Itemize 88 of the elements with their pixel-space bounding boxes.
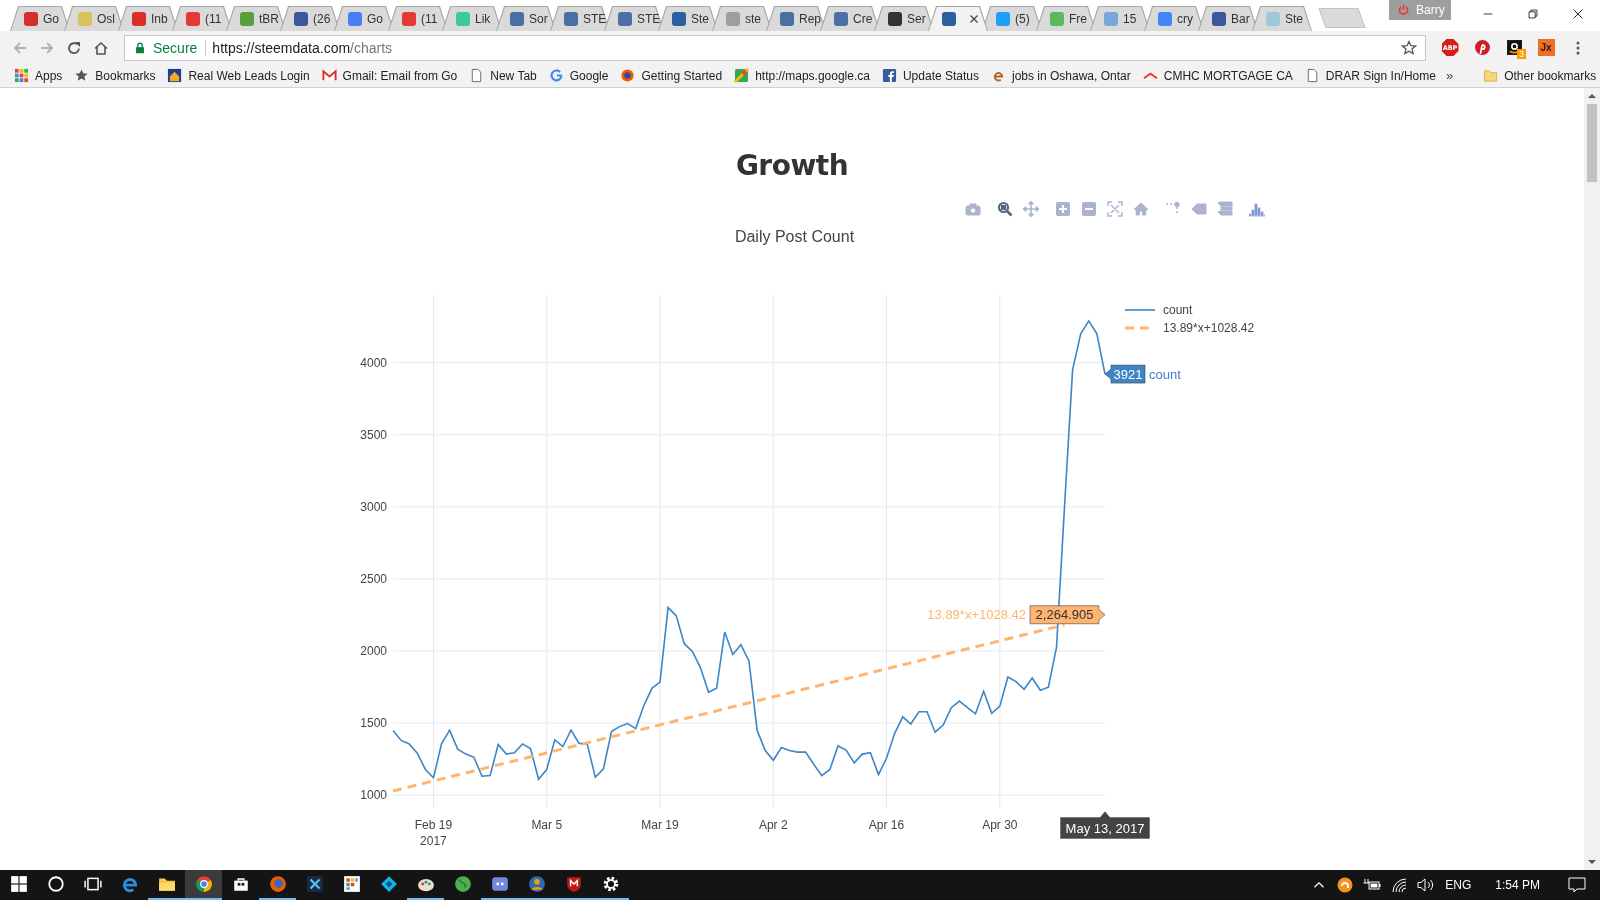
hover-series-name: 13.89*x+1028.42 — [927, 607, 1026, 623]
bookmark-item[interactable]: Bookmarks — [68, 66, 162, 85]
y-tick-label: 1000 — [360, 788, 387, 803]
diamond-icon — [379, 875, 398, 893]
folder-icon — [157, 875, 176, 893]
restore-icon — [1525, 7, 1540, 21]
bookmark-item[interactable]: Apps — [8, 66, 69, 85]
wifi-icon[interactable] — [1391, 877, 1408, 893]
bookmark-item[interactable]: Update Status — [875, 66, 985, 85]
count-badge: 3 — [1517, 49, 1526, 59]
bookmark-item[interactable]: Google — [542, 66, 615, 85]
star-icon — [1401, 39, 1417, 56]
x-tick-label: Mar 5 — [531, 818, 563, 832]
hover-label: 2,264.905 — [1029, 605, 1106, 625]
bookmark-item[interactable]: New Tab — [463, 66, 543, 85]
folder-icon — [1483, 68, 1499, 83]
legend-label[interactable]: 13.89*x+1028.42 — [1163, 321, 1255, 335]
circle-icon — [46, 875, 65, 893]
bookmark-item[interactable]: Gmail: Email from Go — [315, 66, 464, 85]
forward-arrow-icon — [38, 39, 55, 56]
windows-logo-icon — [9, 875, 28, 893]
globe-icon — [453, 875, 472, 893]
lock-icon — [133, 40, 147, 55]
mail-icon — [321, 68, 337, 83]
bookmark-item[interactable]: http://maps.google.ca — [728, 66, 876, 85]
volume-icon[interactable] — [1417, 877, 1436, 893]
app-icon — [527, 875, 546, 893]
extension-button[interactable]: Jx — [1530, 34, 1562, 61]
chat-icon — [490, 875, 509, 893]
zoom-icon[interactable] — [995, 199, 1015, 219]
back-arrow-icon — [11, 39, 28, 56]
map-icon — [734, 68, 750, 83]
x-tick-label: Apr 30 — [982, 818, 1018, 832]
bookmark-folder[interactable]: Other bookmarks — [1477, 66, 1600, 85]
bookmark-item[interactable]: DRAR Sign In/Home — [1298, 66, 1442, 85]
y-tick-label: 1500 — [360, 716, 387, 730]
apps-grid-icon — [14, 68, 29, 83]
notification-icon[interactable] — [1568, 877, 1586, 893]
taskbar-button[interactable] — [185, 870, 222, 900]
bookmark-item[interactable]: jobs in Oshawa, Ontar — [985, 66, 1137, 85]
browser-tab[interactable] — [928, 6, 988, 31]
date-hover-label: May 13, 2017 — [1059, 810, 1151, 840]
scrollbar[interactable] — [1584, 88, 1600, 870]
gear-icon — [601, 875, 620, 893]
shopping-bag-icon — [231, 875, 250, 893]
clock[interactable]: 1:54 PM — [1495, 878, 1540, 892]
x-tick-label: Apr 2 — [758, 818, 788, 832]
smile-logo-icon — [1505, 39, 1523, 56]
hover-series-name: count — [1149, 366, 1181, 382]
house-icon — [167, 68, 183, 83]
browser-tab[interactable]: Ste — [1252, 6, 1312, 31]
reload-icon — [65, 39, 82, 56]
axis-year-label: 2017 — [420, 834, 447, 848]
more-bookmarks-button[interactable]: » — [1441, 68, 1458, 83]
x-tick-label: Apr 16 — [868, 818, 905, 832]
task-view-icon — [83, 875, 102, 893]
app-icon — [342, 875, 361, 893]
bookmark-item[interactable]: CMHC MORTGAGE CA — [1136, 66, 1299, 85]
star-icon — [74, 68, 90, 83]
circle-app-icon[interactable] — [1337, 877, 1354, 893]
bookmark-item[interactable]: Real Web Leads Login — [161, 66, 316, 85]
y-tick-label: 4000 — [360, 355, 387, 370]
y-tick-label: 3500 — [360, 427, 387, 442]
pin-icon — [1473, 39, 1491, 56]
f-logo-icon — [881, 68, 897, 83]
browser-icon — [194, 875, 213, 893]
bookmark-item[interactable]: Getting Started — [614, 66, 729, 85]
home-icon — [92, 39, 109, 56]
y-tick-label: 2000 — [360, 643, 387, 658]
chart-title: Daily Post Count — [733, 227, 855, 247]
address-bar[interactable]: Secure https://steemdata.com/charts — [124, 34, 1426, 61]
secure-label: Secure — [153, 39, 207, 56]
x-tick-label: Feb 19 — [414, 818, 453, 832]
y-tick-label: 2500 — [360, 571, 387, 586]
legend-label[interactable]: count — [1163, 303, 1193, 317]
hover-label: 3921 — [1104, 364, 1146, 384]
browser-icon — [268, 875, 287, 893]
battery-icon[interactable] — [1363, 878, 1382, 892]
url-text: https://steemdata.com/charts — [212, 39, 394, 56]
language-indicator[interactable]: ENG — [1445, 878, 1472, 892]
g-logo-icon — [548, 68, 564, 83]
x-tick-label: Mar 19 — [641, 818, 679, 832]
app-icon — [305, 875, 324, 893]
browser-icon — [120, 875, 139, 893]
y-tick-label: 3000 — [360, 499, 387, 514]
browser-icon — [620, 68, 636, 83]
page-title: Growth — [735, 148, 849, 184]
shield-icon — [564, 875, 583, 893]
